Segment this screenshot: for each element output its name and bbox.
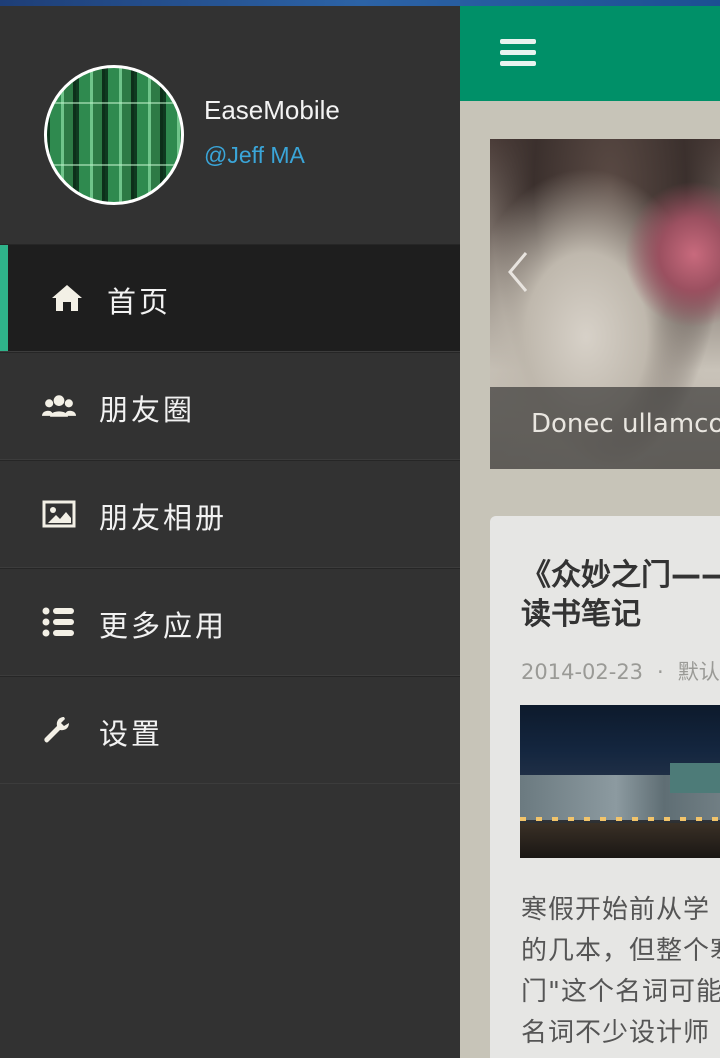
nav-label-albums: 朋友相册 [99,501,228,535]
navigation-drawer: EaseMobile @Jeff MA 首页 朋友圈 朋友相册 更多应用 设置 [0,6,460,1058]
post-title[interactable]: 《众妙之门—— 读书笔记 [521,556,720,634]
post-card[interactable]: 《众妙之门—— 读书笔记 2014-02-23 · 默认 寒假开始前从学 的几本，但… [490,516,720,1058]
profile-handle[interactable]: @Jeff MA [204,142,305,169]
wrench-icon [44,717,69,743]
chevron-left-icon[interactable] [504,247,534,297]
avatar[interactable] [44,65,184,205]
nav-item-albums[interactable]: 朋友相册 [0,460,460,568]
meta-separator: · [657,660,664,684]
post-excerpt: 寒假开始前从学 的几本，但整个寒 门"这个名词可能 名词不少设计师 [521,895,720,1048]
post-category[interactable]: 默认 [678,660,720,684]
photo-icon [42,500,76,528]
active-indicator [0,245,8,351]
post-date: 2014-02-23 [521,660,644,684]
drawer-menu: 首页 朋友圈 朋友相册 更多应用 设置 [0,244,460,784]
top-app-bar [460,6,720,101]
nav-item-home[interactable]: 首页 [0,244,460,352]
list-icon [42,607,74,637]
profile-header: EaseMobile @Jeff MA [0,6,460,244]
nav-label-home: 首页 [107,285,172,319]
post-meta: 2014-02-23 · 默认 [521,656,720,686]
nav-item-moments[interactable]: 朋友圈 [0,352,460,460]
home-icon [52,285,82,311]
slider-caption-text: Donec ullamcorper [531,409,720,439]
nav-label-more-apps: 更多应用 [99,609,228,643]
slider-caption: Donec ullamcorper [490,387,720,469]
nav-item-settings[interactable]: 设置 [0,676,460,784]
post-image[interactable] [520,705,720,858]
image-slider[interactable]: Donec ullamcorper [490,139,720,469]
nav-item-more-apps[interactable]: 更多应用 [0,568,460,676]
users-icon [42,395,76,417]
nav-label-settings: 设置 [99,717,164,751]
main-content: Donec ullamcorper 《众妙之门—— 读书笔记 2014-02-2… [460,6,720,1058]
hamburger-menu-icon[interactable] [500,39,536,67]
nav-label-moments: 朋友圈 [99,393,196,427]
profile-name: EaseMobile [204,95,340,125]
